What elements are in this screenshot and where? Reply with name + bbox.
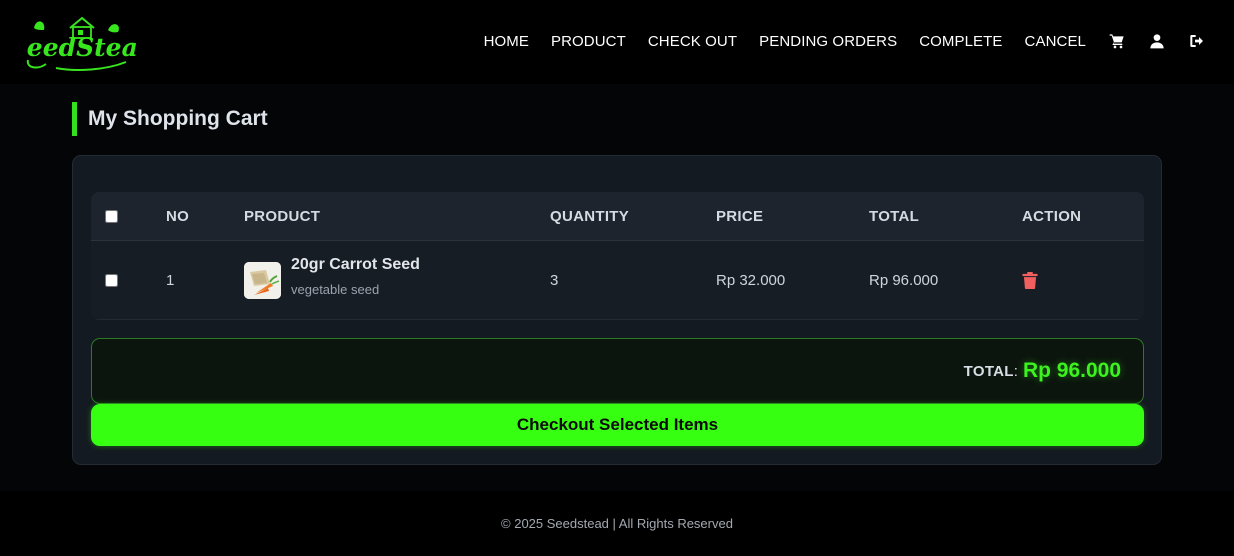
nav-cancel[interactable]: CANCEL bbox=[1025, 33, 1086, 50]
table-header: NO PRODUCT QUANTITY PRICE TOTAL ACTION bbox=[91, 192, 1144, 241]
row-price: Rp 32.000 bbox=[716, 271, 786, 289]
house-leaf-logo: SeedStead bbox=[26, 16, 138, 71]
total-value: Rp 96.000 bbox=[1022, 359, 1121, 382]
table-row: 1 20gr Carrot Seed vegetable seed 3 Rp 3… bbox=[91, 241, 1144, 320]
logo-text: SeedStead bbox=[26, 33, 138, 62]
navbar: SeedStead HOME PRODUCT CHECK OUT PENDING… bbox=[0, 0, 1234, 84]
col-product: PRODUCT bbox=[244, 207, 321, 225]
row-total: Rp 96.000 bbox=[869, 271, 939, 289]
col-action: ACTION bbox=[1022, 207, 1082, 225]
row-no: 1 bbox=[166, 271, 175, 289]
user-icon[interactable] bbox=[1148, 32, 1166, 50]
cart-table: NO PRODUCT QUANTITY PRICE TOTAL ACTION 1 bbox=[91, 192, 1144, 320]
cart-card: NO PRODUCT QUANTITY PRICE TOTAL ACTION 1 bbox=[72, 155, 1162, 465]
nav-home[interactable]: HOME bbox=[484, 33, 529, 50]
trash-icon[interactable] bbox=[1022, 271, 1038, 289]
product-thumbnail bbox=[244, 261, 281, 299]
page-title: My Shopping Cart bbox=[72, 102, 268, 136]
row-select-checkbox[interactable] bbox=[105, 273, 118, 287]
footer: © 2025 Seedstead | All Rights Reserved bbox=[0, 491, 1234, 556]
brand-logo[interactable]: SeedStead bbox=[26, 14, 138, 72]
checkout-button[interactable]: Checkout Selected Items bbox=[91, 404, 1144, 446]
cart-icon[interactable] bbox=[1108, 32, 1126, 50]
product-name: 20gr Carrot Seed bbox=[291, 255, 420, 273]
footer-copyright: © 2025 Seedstead | All Rights Reserved bbox=[501, 516, 733, 531]
nav-pending-orders[interactable]: PENDING ORDERS bbox=[759, 33, 897, 50]
row-quantity: 3 bbox=[550, 271, 559, 289]
product-cell: 20gr Carrot Seed vegetable seed bbox=[244, 256, 420, 299]
nav-links: HOME PRODUCT CHECK OUT PENDING ORDERS CO… bbox=[462, 0, 1206, 82]
select-all-checkbox[interactable] bbox=[105, 209, 118, 223]
nav-product[interactable]: PRODUCT bbox=[551, 33, 626, 50]
nav-complete[interactable]: COMPLETE bbox=[919, 33, 1002, 50]
cart-total-box: TOTAL : Rp 96.000 bbox=[91, 338, 1144, 404]
col-price: PRICE bbox=[716, 207, 764, 225]
col-total: TOTAL bbox=[869, 207, 920, 225]
nav-check-out[interactable]: CHECK OUT bbox=[648, 33, 737, 50]
col-quantity: QUANTITY bbox=[550, 207, 630, 225]
product-category: vegetable seed bbox=[291, 281, 380, 297]
total-colon: : bbox=[1013, 362, 1018, 380]
logout-icon[interactable] bbox=[1188, 32, 1206, 50]
total-label: TOTAL bbox=[963, 362, 1014, 380]
col-no: NO bbox=[166, 207, 190, 225]
